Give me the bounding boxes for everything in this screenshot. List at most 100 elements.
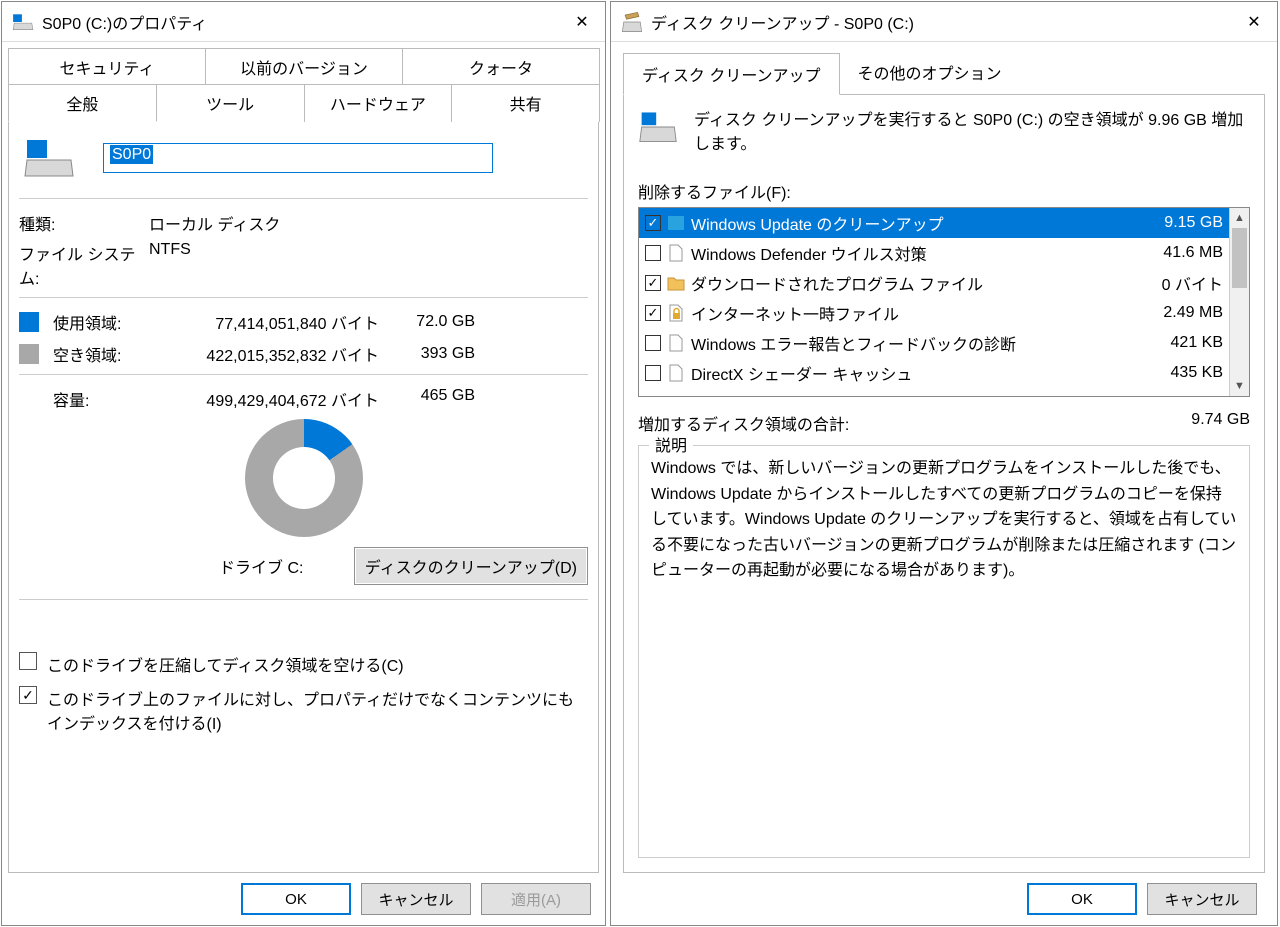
file-name: Windows エラー報告とフィードバックの診断	[691, 331, 1133, 355]
dialog-buttons: OK キャンセル 適用(A)	[8, 873, 599, 925]
tab-hardware[interactable]: ハードウェア	[304, 84, 453, 122]
scroll-thumb[interactable]	[1232, 228, 1247, 288]
apply-button[interactable]: 適用(A)	[481, 883, 591, 915]
checkbox-icon	[19, 652, 37, 670]
description-text: Windows では、新しいバージョンの更新プログラムをインストールした後でも、…	[651, 456, 1237, 584]
fs-label: ファイル システム:	[19, 241, 149, 289]
drive-name-input[interactable]: S0P0	[103, 143, 493, 173]
cancel-button[interactable]: キャンセル	[1147, 883, 1257, 915]
cleanup-window: ディスク クリーンアップ - S0P0 (C:) ✕ ディスク クリーンアップ …	[610, 1, 1278, 926]
file-size: 421 KB	[1133, 334, 1223, 352]
file-type-icon	[667, 304, 685, 322]
used-label: 使用領域:	[53, 310, 149, 334]
checkbox-icon[interactable]: ✓	[645, 275, 661, 291]
tab-tools[interactable]: ツール	[156, 84, 305, 122]
checkbox-icon[interactable]	[645, 245, 661, 261]
tab-quota[interactable]: クォータ	[402, 48, 600, 85]
drive-icon	[12, 11, 34, 33]
tab-general[interactable]: 全般	[8, 84, 157, 122]
file-row[interactable]: ✓ Windows Update のクリーンアップ9.15 GB	[639, 208, 1229, 238]
file-size: 435 KB	[1133, 364, 1223, 382]
free-label: 空き領域:	[53, 342, 149, 366]
cleanup-icon	[621, 11, 643, 33]
capacity-bytes: 499,429,404,672 バイト	[149, 387, 379, 411]
compress-checkbox-row[interactable]: このドライブを圧縮してディスク領域を空ける(C)	[19, 652, 588, 676]
checkbox-icon[interactable]: ✓	[645, 215, 661, 231]
files-list: ✓Windows Update のクリーンアップ9.15 GBWindows D…	[638, 207, 1250, 397]
scroll-up-icon[interactable]: ▲	[1230, 208, 1249, 228]
file-type-icon	[667, 274, 685, 292]
index-checkbox-row[interactable]: ✓ このドライブ上のファイルに対し、プロパティだけでなくコンテンツにもインデック…	[19, 686, 588, 734]
file-size: 9.15 GB	[1133, 214, 1223, 232]
file-size: 0 バイト	[1133, 271, 1223, 295]
divider	[19, 599, 588, 600]
type-label: 種類:	[19, 211, 149, 235]
free-bytes: 422,015,352,832 バイト	[149, 342, 379, 366]
scrollbar[interactable]: ▲ ▼	[1229, 208, 1249, 396]
drive-icon	[638, 109, 678, 145]
capacity-gb: 465 GB	[379, 387, 475, 411]
file-name: Windows Defender ウイルス対策	[691, 241, 1133, 265]
tab-cleanup[interactable]: ディスク クリーンアップ	[623, 53, 840, 95]
drive-letter-label: ドライブ C:	[219, 554, 303, 578]
file-name: DirectX シェーダー キャッシュ	[691, 361, 1133, 385]
tab-sharing[interactable]: 共有	[451, 84, 600, 122]
file-row[interactable]: ✓インターネット一時ファイル2.49 MB	[639, 298, 1229, 328]
used-gb: 72.0 GB	[379, 313, 475, 331]
properties-tabs: セキュリティ 以前のバージョン クォータ 全般 ツール ハードウェア 共有	[8, 48, 599, 122]
general-panel: S0P0 種類:ローカル ディスク ファイル システム:NTFS 使用領域: 7…	[8, 121, 599, 873]
scroll-down-icon[interactable]: ▼	[1230, 376, 1249, 396]
file-type-icon	[667, 334, 685, 352]
titlebar-right[interactable]: ディスク クリーンアップ - S0P0 (C:) ✕	[611, 2, 1277, 42]
file-type-icon	[667, 364, 685, 382]
cleanup-panel: ディスク クリーンアップを実行すると S0P0 (C:) の空き領域が 9.96…	[623, 95, 1265, 873]
drive-icon	[23, 138, 75, 178]
disk-cleanup-button[interactable]: ディスクのクリーンアップ(D)	[354, 547, 588, 585]
tab-previous-versions[interactable]: 以前のバージョン	[205, 48, 403, 85]
ok-button[interactable]: OK	[1027, 883, 1137, 915]
usage-donut-chart	[245, 419, 363, 537]
cleanup-tabs: ディスク クリーンアップ その他のオプション	[623, 52, 1265, 95]
file-row[interactable]: Windows Defender ウイルス対策41.6 MB	[639, 238, 1229, 268]
tab-security[interactable]: セキュリティ	[8, 48, 206, 85]
free-swatch	[19, 344, 39, 364]
total-value: 9.74 GB	[1191, 411, 1250, 435]
type-value: ローカル ディスク	[149, 211, 280, 235]
fs-value: NTFS	[149, 241, 191, 289]
files-to-delete-label: 削除するファイル(F):	[638, 179, 1250, 203]
file-row[interactable]: DirectX シェーダー キャッシュ435 KB	[639, 358, 1229, 388]
file-name: インターネット一時ファイル	[691, 301, 1133, 325]
compress-label: このドライブを圧縮してディスク領域を空ける(C)	[47, 652, 404, 676]
divider	[19, 198, 588, 199]
close-button[interactable]: ✕	[559, 2, 605, 42]
window-title: ディスク クリーンアップ - S0P0 (C:)	[651, 10, 914, 34]
checkbox-icon[interactable]: ✓	[645, 305, 661, 321]
used-bytes: 77,414,051,840 バイト	[149, 310, 379, 334]
checkbox-icon[interactable]	[645, 335, 661, 351]
index-label: このドライブ上のファイルに対し、プロパティだけでなくコンテンツにもインデックスを…	[47, 686, 588, 734]
cancel-button[interactable]: キャンセル	[361, 883, 471, 915]
description-box: 説明 Windows では、新しいバージョンの更新プログラムをインストールした後…	[638, 445, 1250, 858]
properties-body: セキュリティ 以前のバージョン クォータ 全般 ツール ハードウェア 共有 S0…	[2, 42, 605, 925]
properties-window: S0P0 (C:)のプロパティ ✕ セキュリティ 以前のバージョン クォータ 全…	[1, 1, 606, 926]
file-row[interactable]: Windows エラー報告とフィードバックの診断421 KB	[639, 328, 1229, 358]
ok-button[interactable]: OK	[241, 883, 351, 915]
file-type-icon	[667, 214, 685, 232]
description-legend: 説明	[649, 434, 693, 460]
window-title: S0P0 (C:)のプロパティ	[42, 10, 207, 34]
file-name: Windows Update のクリーンアップ	[691, 211, 1133, 235]
cleanup-info-text: ディスク クリーンアップを実行すると S0P0 (C:) の空き領域が 9.96…	[694, 109, 1250, 157]
capacity-label: 容量:	[19, 387, 149, 411]
divider	[19, 374, 588, 375]
close-button[interactable]: ✕	[1231, 2, 1277, 42]
file-row[interactable]: ✓ダウンロードされたプログラム ファイル0 バイト	[639, 268, 1229, 298]
titlebar-left[interactable]: S0P0 (C:)のプロパティ ✕	[2, 2, 605, 42]
files-list-body[interactable]: ✓Windows Update のクリーンアップ9.15 GBWindows D…	[639, 208, 1229, 396]
file-type-icon	[667, 244, 685, 262]
file-size: 41.6 MB	[1133, 244, 1223, 262]
tab-more-options[interactable]: その他のオプション	[840, 52, 1020, 94]
checkbox-icon[interactable]	[645, 365, 661, 381]
total-label: 増加するディスク領域の合計:	[638, 411, 849, 435]
dialog-buttons: OK キャンセル	[623, 873, 1265, 925]
drive-name-value: S0P0	[110, 145, 153, 164]
